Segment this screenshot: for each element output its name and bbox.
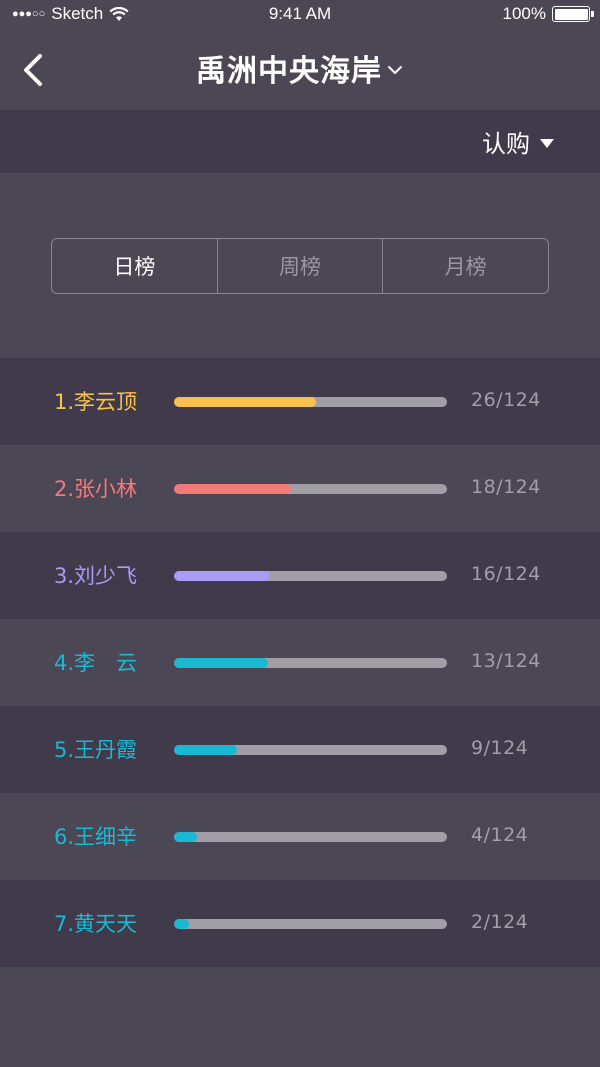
progress-bar-track [174,832,447,842]
ranking-name: 2.张小林 [54,477,138,501]
progress-bar-track [174,397,447,407]
progress-bar-fill [174,397,316,407]
progress-bar-fill [174,745,237,755]
battery-icon [552,6,594,22]
ranking-count: 2/124 [471,911,529,933]
ranking-count: 13/124 [471,650,541,672]
status-right: 100% [502,4,594,24]
triangle-down-icon [540,138,554,148]
chevron-down-icon [388,66,402,74]
progress-bar-fill [174,919,189,929]
ranking-row[interactable]: 7.黄天天 2/124 [0,880,600,967]
battery-percent: 100% [502,4,546,23]
filter-selected-label: 认购 [482,130,530,158]
ranking-count: 16/124 [471,563,541,585]
ranking-row[interactable]: 5.王丹霞 9/124 [0,706,600,793]
ranking-name: 5.王丹霞 [54,738,138,762]
tab-monthly[interactable]: 月榜 [383,239,548,293]
ranking-list: 1.李云顶 26/124 2.张小林 18/124 3.刘少飞 16/124 4.李 云 13… [0,358,600,967]
period-tabs: 日榜 周榜 月榜 [51,238,549,294]
progress-bar-track [174,571,447,581]
ranking-count: 4/124 [471,824,529,846]
tab-daily[interactable]: 日榜 [52,239,218,293]
ranking-name: 1.李云顶 [54,390,138,414]
tab-weekly[interactable]: 周榜 [218,239,384,293]
status-bar: ●●●○○ Sketch 9:41 AM 100% [0,0,600,28]
page-title: 禹洲中央海岸 [196,54,382,89]
type-filter-dropdown[interactable]: 认购 [482,124,554,159]
filter-bar: 认购 [0,110,600,173]
ranking-row[interactable]: 6.王细辛 4/124 [0,793,600,880]
progress-bar-fill [174,484,292,494]
ranking-name: 7.黄天天 [54,912,138,936]
ranking-count: 26/124 [471,389,541,411]
project-selector[interactable]: 禹洲中央海岸 [0,46,600,90]
ranking-name: 6.王细辛 [54,825,138,849]
progress-bar-track [174,919,447,929]
progress-bar-track [174,745,447,755]
ranking-name: 4.李 云 [54,651,138,675]
ranking-count: 9/124 [471,737,529,759]
ranking-row[interactable]: 2.张小林 18/124 [0,445,600,532]
ranking-row[interactable]: 1.李云顶 26/124 [0,358,600,445]
ranking-row[interactable]: 4.李 云 13/124 [0,619,600,706]
progress-bar-track [174,658,447,668]
ranking-name: 3.刘少飞 [54,564,138,588]
ranking-row[interactable]: 3.刘少飞 16/124 [0,532,600,619]
progress-bar-fill [174,832,198,842]
progress-bar-fill [174,571,270,581]
progress-bar-track [174,484,447,494]
ranking-count: 18/124 [471,476,541,498]
progress-bar-fill [174,658,269,668]
navigation-bar: 禹洲中央海岸 [0,28,600,108]
